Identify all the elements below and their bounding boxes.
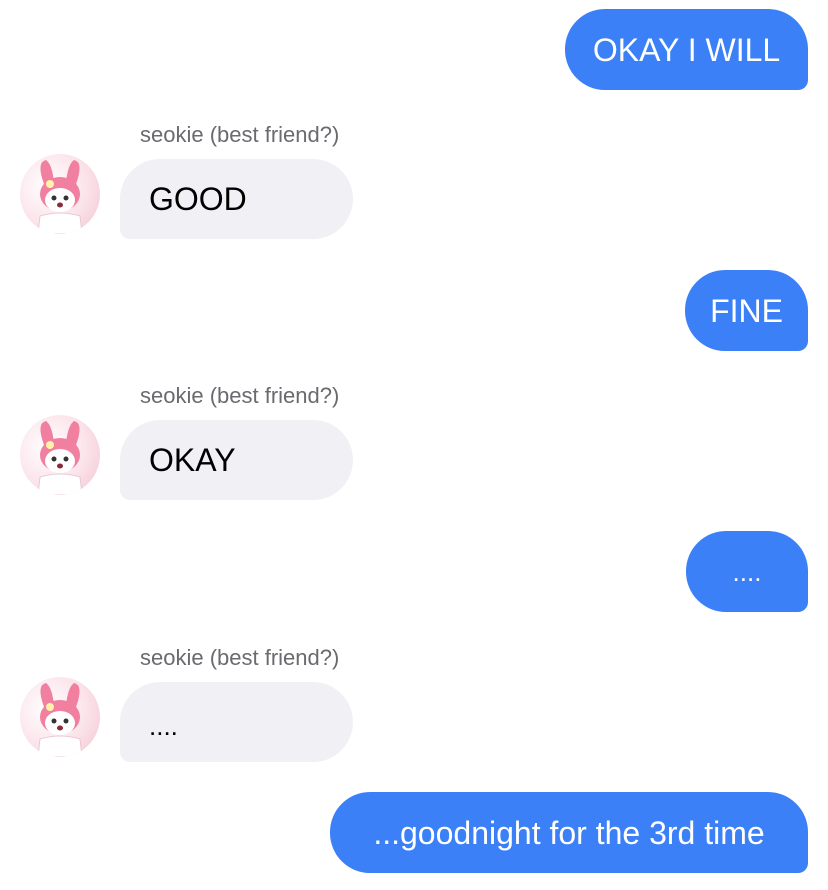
- received-message-bubble[interactable]: GOOD: [120, 159, 353, 239]
- my-melody-avatar-icon[interactable]: [20, 415, 100, 495]
- my-melody-avatar-icon[interactable]: [20, 677, 100, 757]
- received-message-bubble[interactable]: OKAY: [120, 420, 353, 500]
- my-melody-avatar-icon[interactable]: [20, 154, 100, 234]
- message-text: ....: [732, 556, 762, 587]
- message-text: GOOD: [149, 180, 247, 217]
- sent-message-bubble[interactable]: ....: [686, 531, 808, 612]
- message-text: FINE: [710, 292, 783, 329]
- sender-name: seokie (best friend?): [140, 645, 340, 670]
- message-text: OKAY I WILL: [592, 31, 781, 68]
- message-text: ...goodnight for the 3rd time: [373, 814, 765, 851]
- sent-message-bubble[interactable]: ...goodnight for the 3rd time: [330, 792, 808, 873]
- sender-name: seokie (best friend?): [140, 383, 340, 408]
- sent-message-bubble[interactable]: FINE: [685, 270, 808, 351]
- received-message-bubble[interactable]: ....: [120, 682, 353, 762]
- message-text: OKAY: [149, 441, 236, 478]
- sent-message-bubble[interactable]: OKAY I WILL: [565, 9, 808, 90]
- message-text: ....: [149, 710, 178, 741]
- sender-name: seokie (best friend?): [140, 122, 340, 147]
